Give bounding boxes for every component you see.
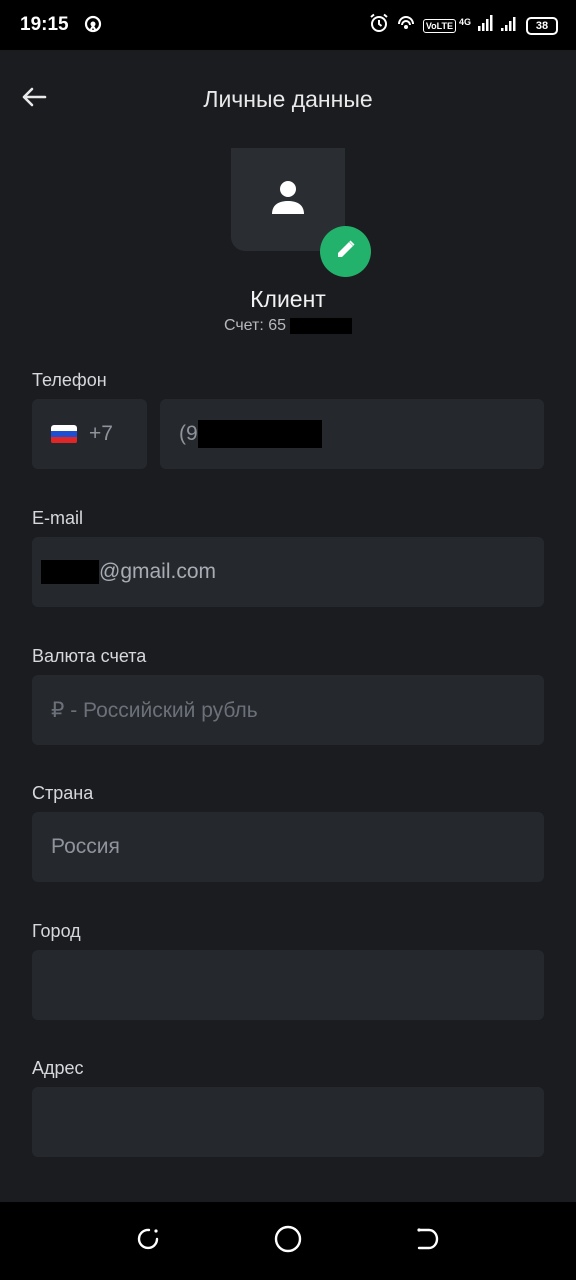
city-label: Город [32,921,81,941]
currency-value: ₽ - Российский рубль [51,698,258,722]
recent-apps-button[interactable] [134,1226,164,1256]
address-input[interactable] [32,1087,544,1157]
address-label: Адрес [32,1058,84,1078]
back-icon [413,1225,441,1258]
status-icons: VoLTE 4G 38 [369,13,558,38]
country-label: Страна [32,783,94,803]
home-button[interactable] [273,1224,303,1259]
volte-badge: VoLTE [422,18,456,33]
client-name: Клиент [250,286,326,312]
signal-icon [478,15,494,36]
system-nav-bar [0,1202,576,1280]
email-label: E-mail [32,508,84,528]
country-field[interactable]: Россия [32,812,544,882]
country-code: +7 [89,422,113,445]
person-icon [269,179,307,220]
system-back-button[interactable] [412,1226,442,1256]
redacted-block [41,560,99,584]
email-text: @gmail.com [99,560,217,583]
country-code-selector[interactable]: +7 [32,399,147,469]
redacted-block [197,420,322,448]
alarm-icon [369,13,389,38]
status-bar: 19:15 VoLTE 4G 38 [0,0,576,50]
hotspot-icon [82,14,104,41]
currency-field[interactable]: ₽ - Российский рубль [32,675,544,745]
home-icon [273,1224,303,1259]
currency-label: Валюта счета [32,646,147,666]
redacted-block [290,317,353,334]
email-input[interactable]: @gmail.com [32,537,544,607]
page-title: Личные данные [203,86,373,112]
russia-flag-icon [51,424,77,444]
phone-number-text: (9 [179,422,198,445]
header: Личные данные [0,50,576,148]
edit-avatar-button[interactable] [320,226,371,277]
phone-input[interactable]: (9 [160,399,544,469]
country-value: Россия [51,835,120,858]
account-number: Счет: 65 [0,317,576,335]
network-type: 4G [458,16,471,27]
status-time: 19:15 [20,14,69,35]
pencil-icon [335,238,357,265]
phone-label: Телефон [32,370,107,390]
city-input[interactable] [32,950,544,1020]
account-number-text: Счет: 65 [223,317,287,334]
signal-icon-2 [501,15,519,36]
recent-apps-icon [135,1225,163,1258]
battery-icon: 38 [526,16,558,35]
wifi-calling-icon [396,13,416,38]
